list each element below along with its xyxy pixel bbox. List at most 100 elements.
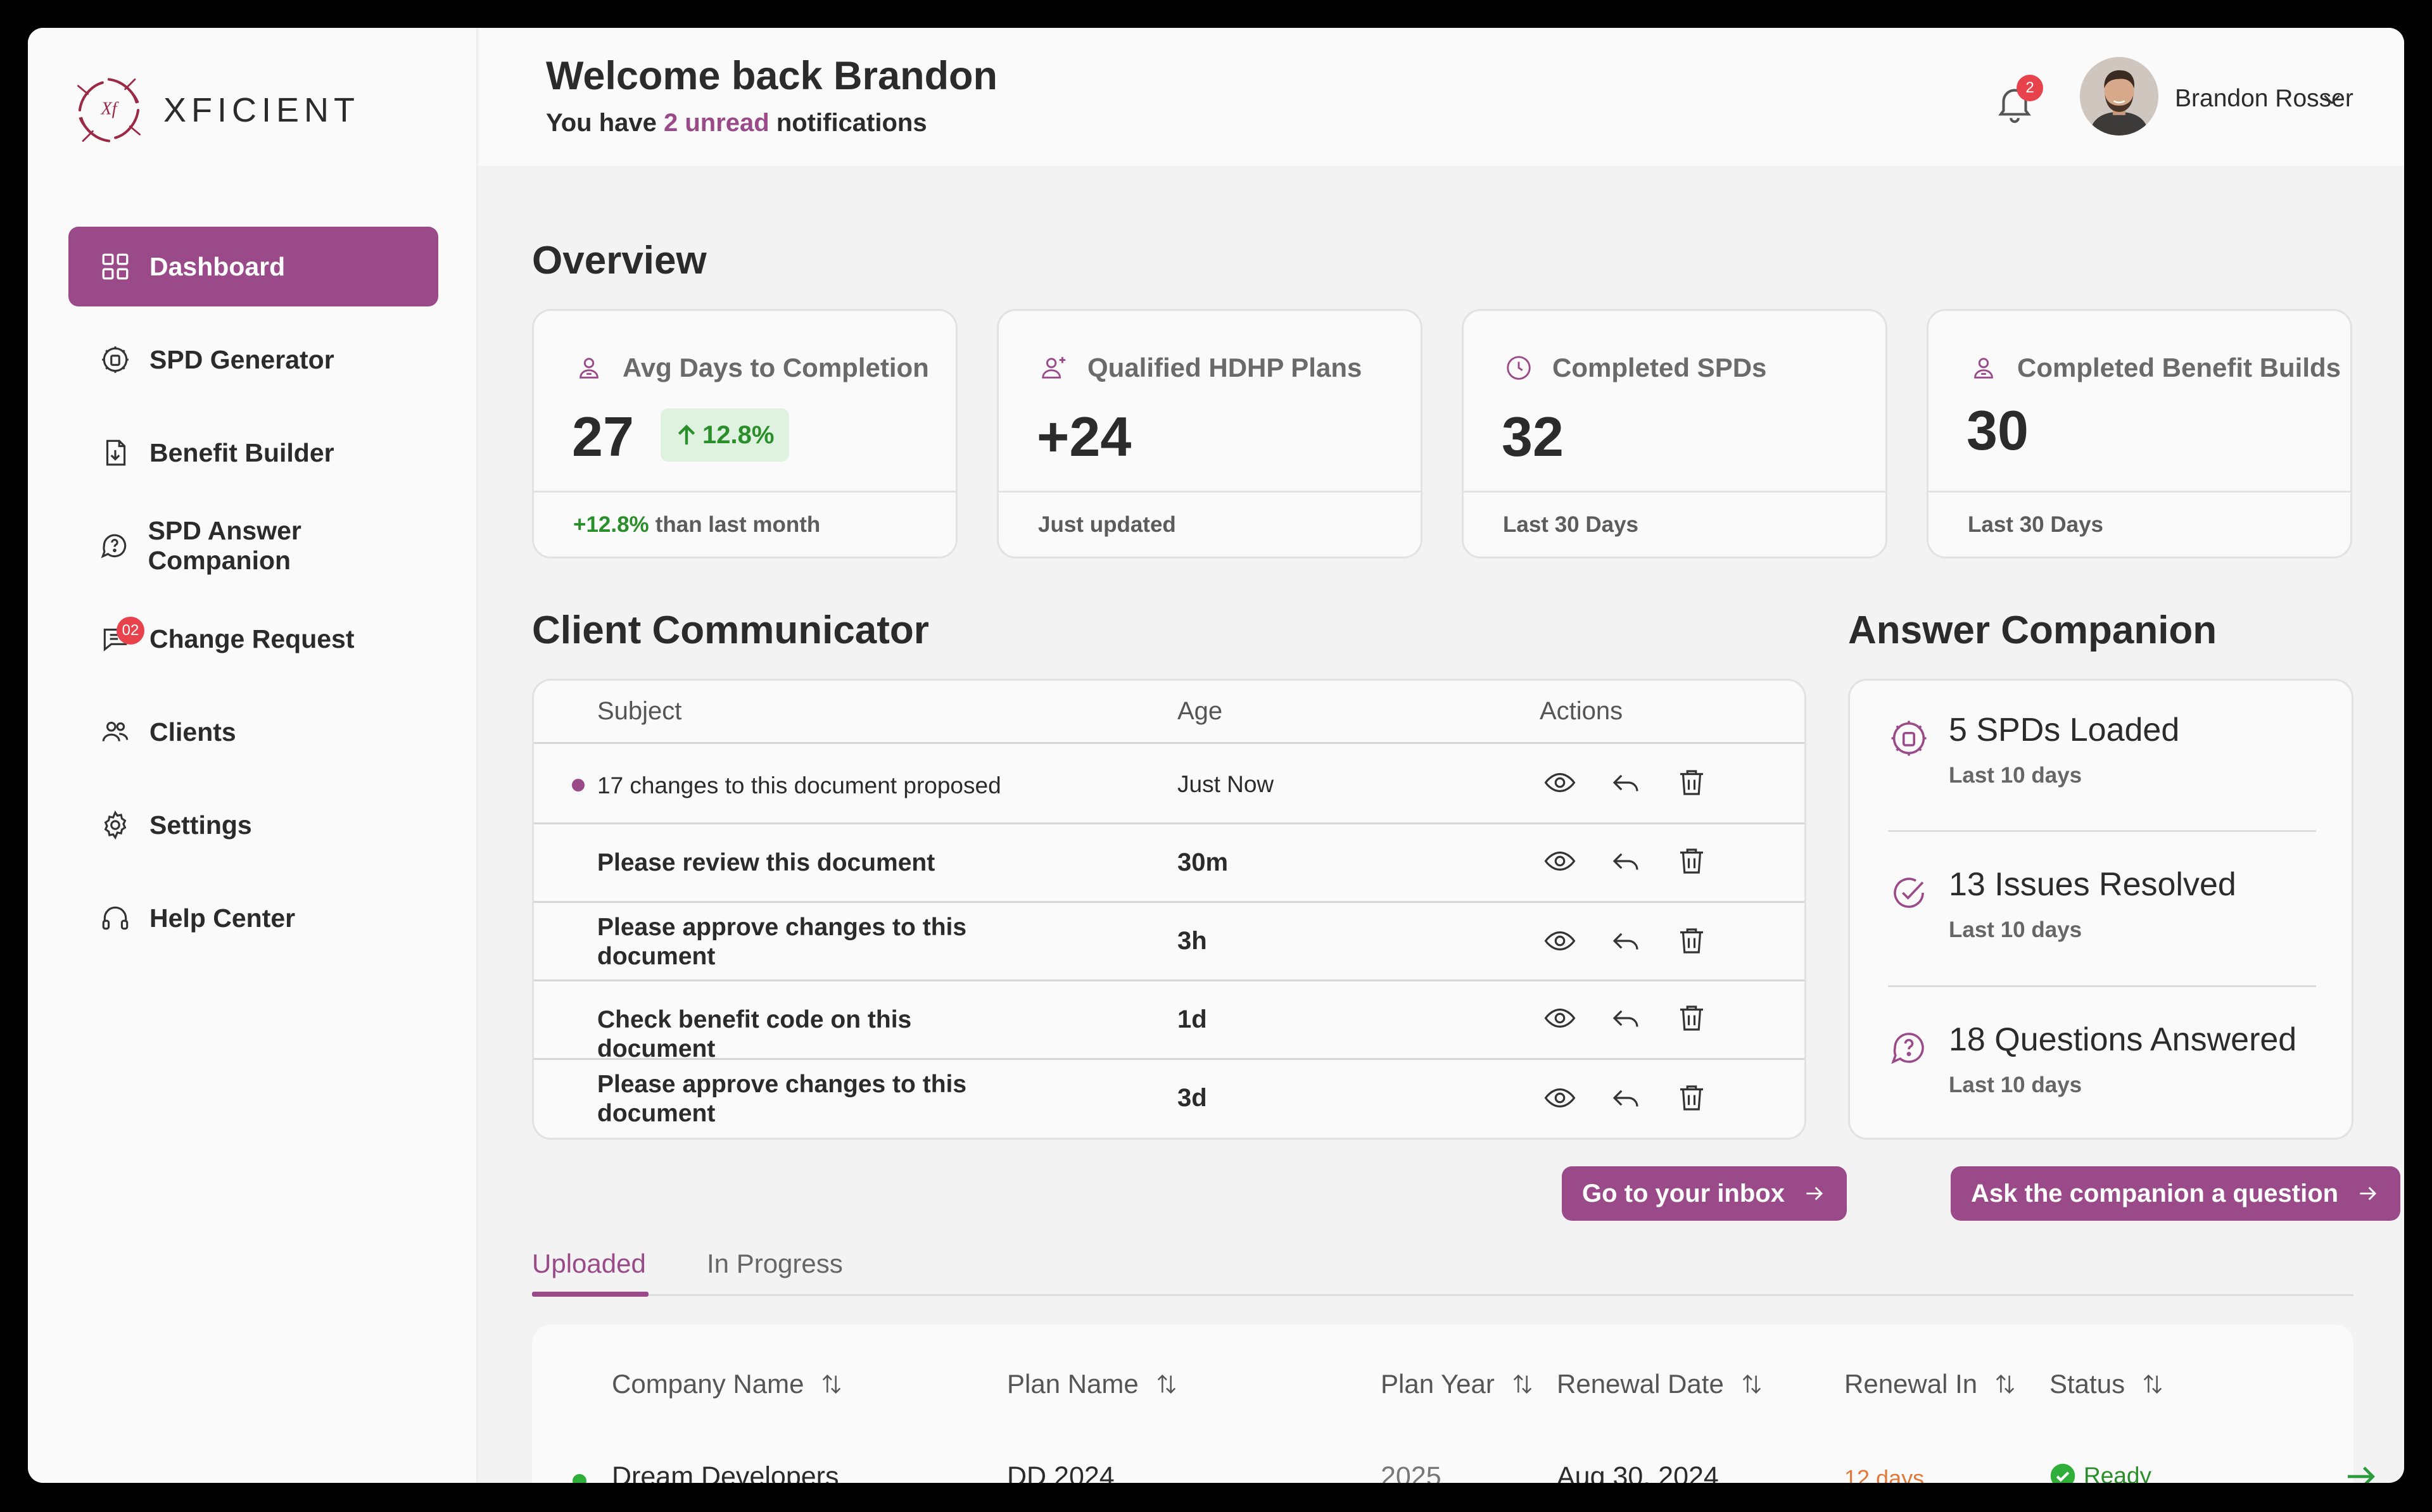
active-tab-indicator <box>532 1292 649 1297</box>
users-icon <box>98 714 133 750</box>
trend-chip: 12.8% <box>661 408 790 462</box>
brand-name: XFICIENT <box>163 91 360 129</box>
reply-icon[interactable] <box>1607 1079 1645 1117</box>
tab-uploaded[interactable]: Uploaded <box>532 1249 646 1279</box>
table-row[interactable]: Check benefit code on this document 1d <box>534 981 1804 1062</box>
reply-icon[interactable] <box>1607 842 1645 880</box>
ask-companion-button[interactable]: Ask the companion a question <box>1951 1166 2401 1221</box>
sidebar-item-change-request[interactable]: 02 Change Request <box>68 599 438 679</box>
welcome-title: Welcome back Brandon <box>546 54 998 98</box>
reply-icon[interactable] <box>1607 764 1645 802</box>
avatar[interactable] <box>2080 57 2158 135</box>
app-window: Xf XFICIENT Dashboard SPD Generator Bene… <box>28 28 2404 1483</box>
trash-icon[interactable] <box>1673 1079 1711 1117</box>
sidebar: Xf XFICIENT Dashboard SPD Generator Bene… <box>28 28 478 1483</box>
notification-summary: You have 2 unread notifications <box>546 109 927 137</box>
card-footer: Just updated <box>999 491 1421 557</box>
cell-company: Dream Developers <box>612 1461 839 1483</box>
document-download-icon <box>98 435 133 470</box>
sort-icon <box>1157 1374 1175 1394</box>
sidebar-item-clients[interactable]: Clients <box>68 692 438 772</box>
unread-link[interactable]: 2 unread <box>664 109 770 137</box>
svg-text:Xf: Xf <box>100 99 119 118</box>
sidebar-item-spd-answer-companion[interactable]: SPD Answer Companion <box>68 506 438 586</box>
trash-icon[interactable] <box>1673 999 1711 1037</box>
arrow-right-icon <box>2360 1187 2377 1200</box>
companion-stat: 13 Issues Resolved Last 10 days <box>1888 835 2316 990</box>
sidebar-item-label: SPD Answer Companion <box>148 516 301 575</box>
chat-question-icon <box>98 528 132 564</box>
arrow-up-icon <box>678 424 695 444</box>
arrow-right-icon[interactable] <box>2343 1459 2379 1483</box>
sort-header-renewal-in[interactable]: Renewal In <box>1844 1369 2018 1399</box>
stat-card-hdhp-plans: Qualified HDHP Plans +24 Just updated <box>997 309 1422 558</box>
sidebar-item-help-center[interactable]: Help Center <box>68 878 438 958</box>
companion-stat-sub: Last 10 days <box>1949 917 2082 942</box>
sort-header-status[interactable]: Status <box>2049 1369 2165 1399</box>
card-value: 30 <box>1966 399 2029 462</box>
sort-header-plan-name[interactable]: Plan Name <box>1007 1369 1179 1399</box>
chat-question-icon <box>1891 1033 1924 1064</box>
cell-renewal-date: Aug 30, 2024 <box>1557 1461 1719 1483</box>
status-dot <box>573 1474 586 1483</box>
eye-icon[interactable] <box>1541 764 1579 802</box>
column-header-subject: Subject <box>597 697 682 725</box>
reply-icon[interactable] <box>1607 922 1645 960</box>
row-subject: Please approve changes to this document <box>597 1071 967 1127</box>
trash-icon[interactable] <box>1673 764 1711 802</box>
overview-title: Overview <box>532 239 707 282</box>
spd-gear-icon <box>1891 721 1927 756</box>
companion-stat-sub: Last 10 days <box>1949 1073 2082 1097</box>
sidebar-item-spd-generator[interactable]: SPD Generator <box>68 320 438 400</box>
go-to-inbox-button[interactable]: Go to your inbox <box>1562 1166 1847 1221</box>
sidebar-item-dashboard[interactable]: Dashboard <box>68 227 438 306</box>
table-row[interactable]: Please approve changes to this document … <box>534 903 1804 981</box>
check-circle-icon <box>1894 878 1924 908</box>
eye-icon[interactable] <box>1541 999 1579 1037</box>
headphones-icon <box>98 900 133 936</box>
stat-card-benefit-builds: Completed Benefit Builds 30 Last 30 Days <box>1927 309 2352 558</box>
table-header: Subject Age Actions <box>534 681 1804 744</box>
stat-card-completed-spds: Completed SPDs 32 Last 30 Days <box>1462 309 1887 558</box>
eye-icon[interactable] <box>1541 842 1579 880</box>
main-content: Overview Avg Days to Completion 27 12.8%… <box>479 166 2404 1483</box>
communicator-title: Client Communicator <box>532 608 929 652</box>
sort-header-renewal-date[interactable]: Renewal Date <box>1557 1369 1764 1399</box>
table-row[interactable]: Please approve changes to this document … <box>534 1060 1804 1138</box>
card-footer: Last 30 Days <box>1928 491 2350 557</box>
chevron-down-icon[interactable] <box>2319 86 2345 111</box>
reply-icon[interactable] <box>1607 999 1645 1037</box>
companion-stat-sub: Last 10 days <box>1949 763 2082 788</box>
companion-stat-value: 18 Questions Answered <box>1949 1021 2297 1058</box>
check-circle-icon <box>2050 1463 2075 1483</box>
row-subject: 17 changes to this document proposed <box>597 772 1001 798</box>
row-subject: Check benefit code on this document <box>597 1006 912 1062</box>
tab-in-progress[interactable]: In Progress <box>707 1249 843 1279</box>
sidebar-item-benefit-builder[interactable]: Benefit Builder <box>68 413 438 493</box>
row-age: 3d <box>1177 1084 1207 1112</box>
sort-header-plan-year[interactable]: Plan Year <box>1381 1369 1535 1399</box>
table-row[interactable]: 17 changes to this document proposed Jus… <box>534 746 1804 824</box>
sidebar-item-label: Clients <box>149 717 236 747</box>
sort-icon <box>2143 1374 2162 1394</box>
sort-header-company[interactable]: Company Name <box>612 1369 844 1399</box>
card-value: +24 <box>1037 405 1132 468</box>
eye-icon[interactable] <box>1541 922 1579 960</box>
gear-icon <box>98 807 133 843</box>
brand-logo[interactable]: Xf XFICIENT <box>68 70 360 151</box>
unread-dot <box>572 779 585 791</box>
companion-stat: 18 Questions Answered Last 10 days <box>1888 990 2316 1145</box>
companion-stat-value: 5 SPDs Loaded <box>1949 712 2180 748</box>
row-subject: Please approve changes to this document <box>597 914 967 970</box>
trash-icon[interactable] <box>1673 842 1711 880</box>
table-row[interactable]: Please review this document 30m <box>534 824 1804 903</box>
communicator-table: Subject Age Actions 17 changes to this d… <box>532 679 1806 1140</box>
sidebar-item-label: Benefit Builder <box>149 438 334 467</box>
companion-panel: 5 SPDs Loaded Last 10 days 13 Issues Res… <box>1848 679 2353 1140</box>
trash-icon[interactable] <box>1673 922 1711 960</box>
eye-icon[interactable] <box>1541 1079 1579 1117</box>
sidebar-item-settings[interactable]: Settings <box>68 785 438 865</box>
card-value: 27 <box>572 405 634 468</box>
sidebar-nav: Dashboard SPD Generator Benefit Builder … <box>68 227 438 971</box>
sort-icon <box>1742 1374 1761 1394</box>
